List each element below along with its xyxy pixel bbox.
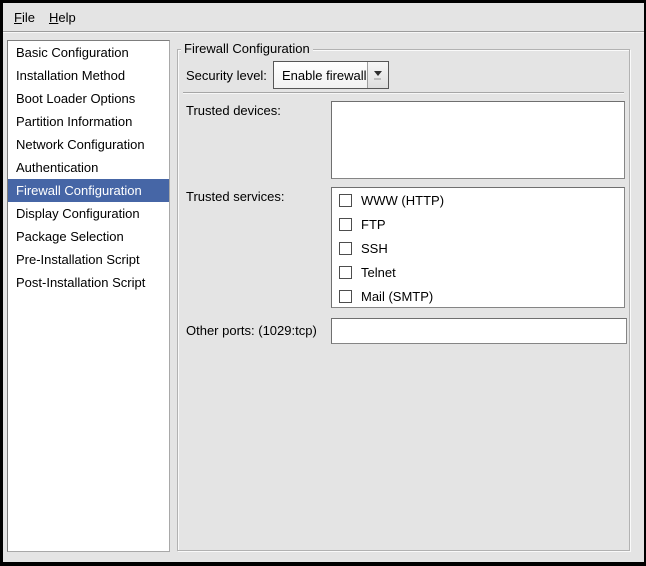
service-label-ssh: SSH: [361, 241, 388, 256]
menu-help[interactable]: Help: [42, 7, 83, 28]
service-row-ssh: SSH: [332, 236, 624, 260]
menu-file-label: ile: [22, 10, 35, 25]
menu-file-mnemonic: F: [14, 10, 22, 25]
trusted-devices-list[interactable]: [331, 101, 625, 179]
sidebar-item-pre-installation-script[interactable]: Pre-Installation Script: [8, 248, 169, 271]
chevron-shadow-icon: [374, 78, 381, 80]
sidebar-item-firewall-configuration[interactable]: Firewall Configuration: [8, 179, 169, 202]
service-row-ftp: FTP: [332, 212, 624, 236]
trusted-services-label: Trusted services:: [186, 190, 285, 204]
app-window: File Help Basic Configuration Installati…: [3, 3, 644, 562]
security-level-dropdown[interactable]: Enable firewall: [273, 61, 389, 89]
sidebar-item-installation-method[interactable]: Installation Method: [8, 64, 169, 87]
menubar-separator: [3, 31, 644, 33]
service-row-mail-smtp: Mail (SMTP): [332, 284, 624, 308]
section-separator: [183, 92, 624, 94]
menu-bar: File Help: [3, 3, 644, 31]
checkbox-ssh[interactable]: [339, 242, 352, 255]
sidebar-item-network-configuration[interactable]: Network Configuration: [8, 133, 169, 156]
trusted-devices-label: Trusted devices:: [186, 104, 281, 118]
sidebar-item-authentication[interactable]: Authentication: [8, 156, 169, 179]
checkbox-www-http[interactable]: [339, 194, 352, 207]
service-label-ftp: FTP: [361, 217, 386, 232]
category-list[interactable]: Basic Configuration Installation Method …: [7, 40, 170, 552]
sidebar-item-basic-configuration[interactable]: Basic Configuration: [8, 41, 169, 64]
frame-title: Firewall Configuration: [181, 42, 313, 56]
menu-help-mnemonic: H: [49, 10, 58, 25]
service-row-telnet: Telnet: [332, 260, 624, 284]
service-label-www-http: WWW (HTTP): [361, 193, 444, 208]
security-level-value: Enable firewall: [274, 62, 367, 88]
sidebar-item-boot-loader-options[interactable]: Boot Loader Options: [8, 87, 169, 110]
sidebar-item-partition-information[interactable]: Partition Information: [8, 110, 169, 133]
security-level-label: Security level:: [186, 69, 267, 83]
sidebar-item-display-configuration[interactable]: Display Configuration: [8, 202, 169, 225]
menu-help-label: elp: [58, 10, 75, 25]
checkbox-ftp[interactable]: [339, 218, 352, 231]
checkbox-telnet[interactable]: [339, 266, 352, 279]
service-row-www-http: WWW (HTTP): [332, 188, 624, 212]
sidebar-item-post-installation-script[interactable]: Post-Installation Script: [8, 271, 169, 294]
other-ports-input[interactable]: [331, 318, 627, 344]
other-ports-label: Other ports: (1029:tcp): [186, 324, 317, 338]
sidebar-item-package-selection[interactable]: Package Selection: [8, 225, 169, 248]
chevron-down-icon: [374, 71, 382, 76]
dropdown-arrow-button[interactable]: [367, 62, 388, 88]
menu-file[interactable]: File: [7, 7, 42, 28]
trusted-services-list[interactable]: WWW (HTTP) FTP SSH Telnet Mail (SMTP): [331, 187, 625, 308]
checkbox-mail-smtp[interactable]: [339, 290, 352, 303]
service-label-mail-smtp: Mail (SMTP): [361, 289, 433, 304]
service-label-telnet: Telnet: [361, 265, 396, 280]
